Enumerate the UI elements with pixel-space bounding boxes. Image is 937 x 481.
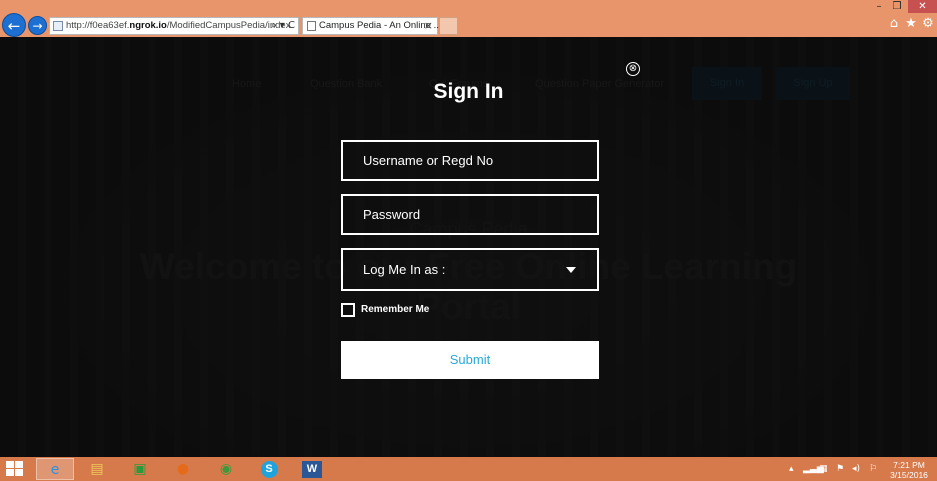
- browser-tab-campus-pedia[interactable]: Campus Pedia - An Online ... ×: [302, 17, 442, 35]
- tab-page-icon: [307, 21, 316, 31]
- url-domain: ngrok.io: [129, 20, 167, 31]
- file-explorer-icon[interactable]: ▤: [78, 458, 116, 480]
- window-minimize-button[interactable]: –: [872, 0, 886, 13]
- show-hidden-icons-icon[interactable]: ▴: [789, 462, 794, 476]
- windows-taskbar: e ▤ ▣ ● ◉ S W ▴ ▂▃▅ ▦ ⚑ ◂) ⚐ 7:21 PM 3/1…: [0, 457, 937, 481]
- username-input[interactable]: Username or Regd No: [341, 140, 599, 181]
- word-icon[interactable]: W: [293, 458, 331, 480]
- favorites-star-icon[interactable]: ★: [903, 16, 919, 32]
- chrome-icon[interactable]: ◉: [207, 458, 245, 480]
- tab-close-icon[interactable]: ×: [424, 18, 433, 34]
- system-clock[interactable]: 7:21 PM 3/15/2016: [886, 460, 932, 480]
- site-navbar: Home Question Bank Q & Forums Question P…: [0, 37, 937, 117]
- password-input[interactable]: Password: [341, 194, 599, 235]
- windows-start-icon[interactable]: [5, 460, 25, 478]
- url-prefix: http://f0ea63ef.: [66, 20, 130, 31]
- login-role-select[interactable]: Log Me In as :: [341, 248, 599, 291]
- modal-title: Sign In: [433, 80, 504, 103]
- action-center-icon[interactable]: ⚑: [836, 462, 844, 476]
- submit-button[interactable]: Submit: [341, 341, 599, 379]
- role-select-placeholder: Log Me In as :: [363, 262, 446, 277]
- username-placeholder: Username or Regd No: [363, 153, 494, 168]
- notification-flag-icon[interactable]: ⚐: [869, 462, 877, 476]
- remember-me-label[interactable]: Remember Me: [361, 304, 429, 315]
- clock-time: 7:21 PM: [893, 460, 925, 470]
- network-icon[interactable]: ▦: [819, 462, 828, 476]
- remember-me-checkbox[interactable]: [341, 303, 355, 317]
- window-close-button[interactable]: ✕: [908, 0, 937, 13]
- firefox-icon[interactable]: ●: [164, 458, 202, 480]
- home-icon[interactable]: ⌂: [886, 16, 902, 32]
- modal-close-icon[interactable]: ⊗: [626, 62, 640, 76]
- volume-icon[interactable]: ◂): [852, 462, 860, 476]
- password-placeholder: Password: [363, 207, 421, 222]
- skype-logo-icon: S: [260, 460, 278, 478]
- back-arrow-icon[interactable]: ←: [2, 13, 26, 37]
- browser-toolbar: ← → http://f0ea63ef.ngrok.io/ModifiedCam…: [0, 0, 937, 37]
- window-restore-button[interactable]: ❒: [889, 0, 905, 13]
- forward-arrow-icon[interactable]: →: [28, 16, 47, 35]
- clock-date: 3/15/2016: [890, 470, 928, 480]
- skype-icon[interactable]: S: [250, 458, 288, 480]
- store-icon[interactable]: ▣: [121, 458, 159, 480]
- word-logo-icon: W: [302, 460, 322, 478]
- dropdown-caret-icon: [566, 267, 576, 273]
- new-tab-button[interactable]: [439, 17, 458, 35]
- address-bar[interactable]: http://f0ea63ef.ngrok.io/ModifiedCampusP…: [49, 17, 299, 35]
- settings-gear-icon[interactable]: ⚙: [920, 16, 936, 32]
- address-tools-icons[interactable]: ⌕ ▾ C: [271, 18, 295, 34]
- internet-explorer-icon[interactable]: e: [36, 458, 74, 480]
- page-icon: [53, 21, 63, 31]
